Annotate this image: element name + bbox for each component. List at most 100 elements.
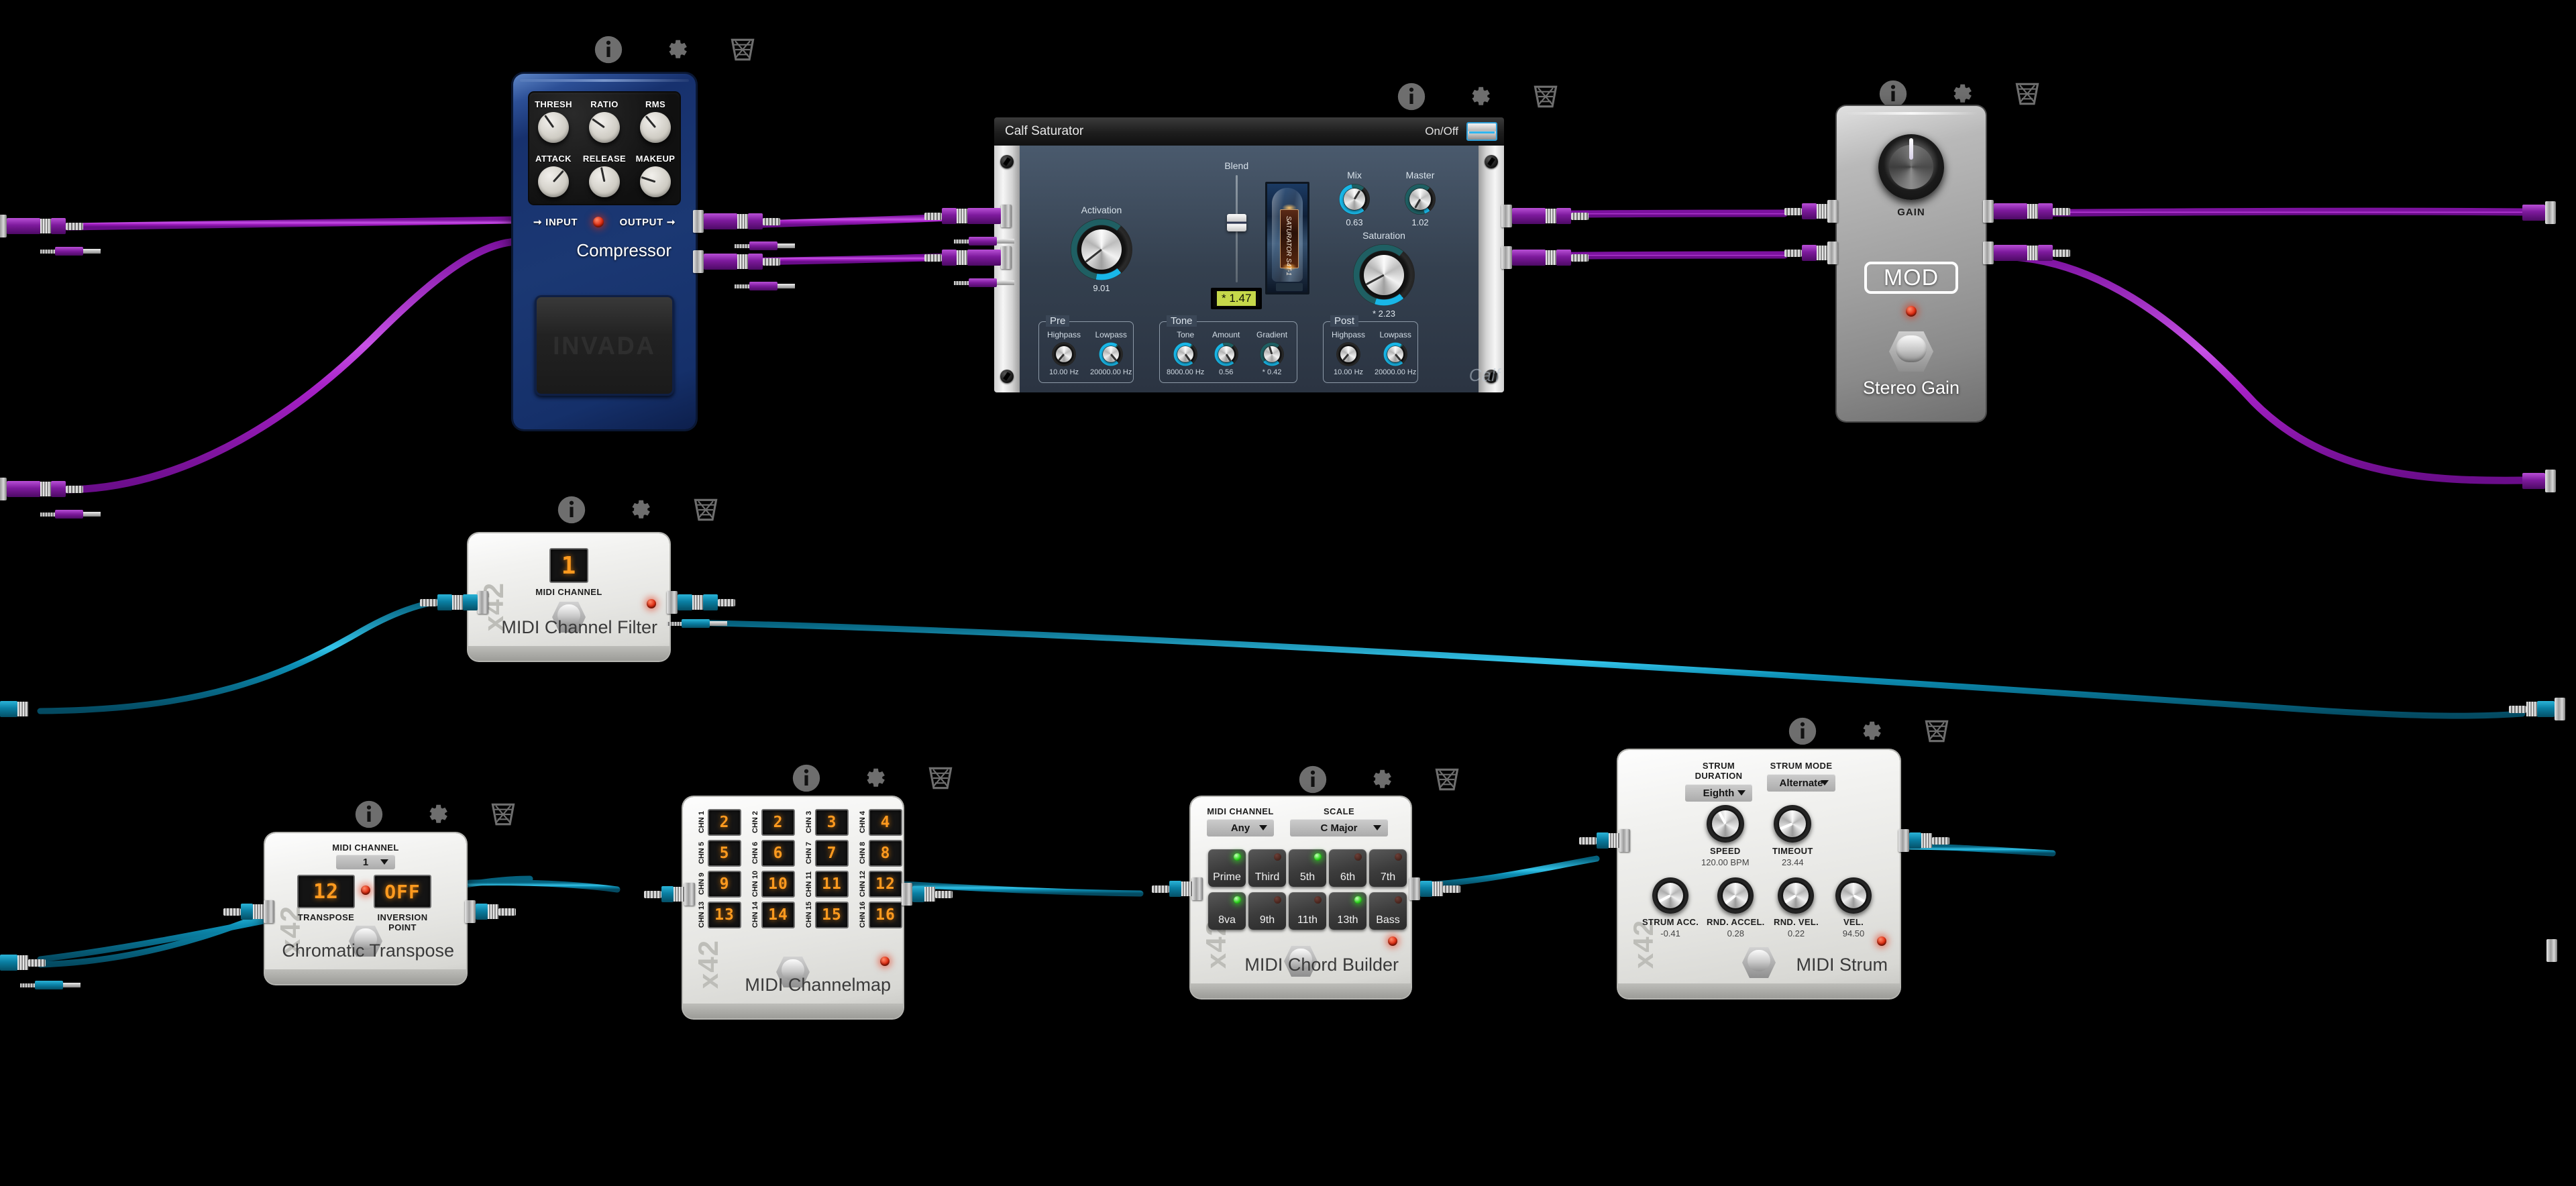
channel-display[interactable]: 16 — [869, 902, 902, 928]
delete-trash-icon[interactable] — [1531, 82, 1560, 111]
channel-cell[interactable]: CHN 16 16 — [859, 902, 903, 928]
settings-gear-icon[interactable] — [421, 800, 451, 829]
knob-dial[interactable] — [589, 112, 620, 143]
knob-mix[interactable]: Mix 0.63 — [1339, 170, 1370, 227]
audio-input-jack-left-1[interactable] — [0, 215, 83, 237]
knob-tone-tone[interactable]: Tone 8000.00 Hz — [1167, 330, 1204, 376]
scale-select[interactable]: C Major — [1290, 819, 1388, 837]
compressor-pedal-body[interactable]: THRESH RATIO RMS ATTACK RELEASE MAKEUP ➞… — [513, 74, 696, 429]
knob-pre-highpass[interactable]: Highpass 10.00 Hz — [1047, 330, 1081, 376]
knob-saturation[interactable]: Saturation * 2.23 — [1353, 230, 1415, 319]
chord-button-third[interactable]: Third — [1248, 849, 1286, 887]
knob-dial[interactable] — [1652, 877, 1689, 914]
info-icon[interactable] — [594, 35, 623, 64]
settings-gear-icon[interactable] — [1945, 79, 1975, 109]
footswitch[interactable] — [1889, 331, 1933, 372]
knob-dial[interactable] — [1052, 342, 1077, 366]
chromatic-transpose-body[interactable]: x42 MIDI CHANNEL 1 12 OFF TRANSPOSE INVE… — [265, 833, 466, 984]
knob-dial[interactable] — [640, 112, 671, 143]
audio-jack-in-calf-2[interactable] — [924, 246, 1012, 269]
knob-attack[interactable]: ATTACK — [535, 154, 572, 197]
channel-cell[interactable]: CHN 8 8 — [859, 840, 903, 867]
knob-release[interactable]: RELEASE — [583, 154, 626, 197]
knob-vel[interactable]: VEL. 94.50 — [1835, 877, 1872, 938]
knob-dial[interactable] — [1353, 244, 1415, 306]
midi-jack-in-strum[interactable] — [1579, 829, 1630, 852]
knob-dial[interactable] — [640, 166, 671, 197]
device-compressor[interactable]: THRESH RATIO RMS ATTACK RELEASE MAKEUP ➞… — [513, 74, 795, 429]
midi-channel-select[interactable]: 1 — [336, 855, 395, 869]
knob-dial[interactable] — [1173, 342, 1198, 366]
strum-duration-select[interactable]: Eighth — [1685, 784, 1752, 802]
midi-jack-in-cb[interactable] — [1152, 877, 1203, 900]
calf-titlebar[interactable]: Calf Saturator On/Off — [994, 117, 1504, 146]
delete-trash-icon[interactable] — [691, 495, 720, 525]
channel-display[interactable]: 9 — [708, 871, 741, 898]
audio-output-jack-right-2[interactable] — [2522, 470, 2556, 492]
midi-jack-out-ct[interactable] — [465, 900, 516, 923]
channel-cell[interactable]: CHN 2 2 — [751, 809, 800, 836]
chord-button-9th[interactable]: 9th — [1248, 892, 1286, 930]
knob-dial[interactable] — [1071, 219, 1132, 280]
channel-display[interactable]: 10 — [761, 871, 795, 898]
info-icon[interactable] — [557, 495, 586, 525]
patchbay-canvas[interactable]: THRESH RATIO RMS ATTACK RELEASE MAKEUP ➞… — [0, 0, 2576, 1186]
midi-input-jack-left-2[interactable] — [0, 951, 46, 974]
info-icon[interactable] — [354, 800, 384, 829]
knob-tone-amount[interactable]: Amount 0.56 — [1212, 330, 1240, 376]
knob-rnd-vel[interactable]: RND. VEL. 0.22 — [1774, 877, 1819, 938]
calf-toolbar[interactable] — [1397, 82, 1560, 111]
settings-gear-icon[interactable] — [1855, 716, 1884, 746]
knob-tone-gradient[interactable]: Gradient * 0.42 — [1256, 330, 1287, 376]
channel-cell[interactable]: CHN 7 7 — [805, 840, 853, 867]
audio-plug-loose-4[interactable] — [40, 510, 101, 519]
knob-strum-acc[interactable]: STRUM ACC. -0.41 — [1642, 877, 1699, 938]
knob-dial[interactable] — [1099, 342, 1124, 366]
channel-cell[interactable]: CHN 15 15 — [805, 902, 853, 928]
knob-pre-lowpass[interactable]: Lowpass 20000.00 Hz — [1090, 330, 1132, 376]
midi-channel-filter-body[interactable]: x42 1 MIDI CHANNEL MIDI Channel Filter — [468, 533, 669, 661]
device-midi-chord-builder[interactable]: x42 MIDI CHANNEL Any SCALE C Major Prime — [1152, 797, 1460, 998]
midi-strum-body[interactable]: x42 STRUM DURATION Eighth STRUM MODE Alt… — [1618, 750, 1900, 998]
device-chromatic-transpose[interactable]: x42 MIDI CHANNEL 1 12 OFF TRANSPOSE INVE… — [223, 833, 516, 984]
delete-trash-icon[interactable] — [926, 763, 955, 793]
chord-button-13th[interactable]: 13th — [1329, 892, 1366, 930]
knob-dial[interactable] — [1260, 342, 1285, 366]
knob-rnd-accel[interactable]: RND. ACCEL. 0.28 — [1707, 877, 1765, 938]
knob-dial[interactable] — [1336, 342, 1361, 366]
audio-jack-out-calf-2[interactable] — [1501, 246, 1589, 269]
delete-trash-icon[interactable] — [728, 35, 757, 64]
audio-jack-out-sg-2[interactable] — [1983, 241, 2070, 264]
midi-input-jack-left-1[interactable] — [0, 698, 28, 720]
settings-gear-icon[interactable] — [624, 495, 653, 525]
chord-button-11th[interactable]: 11th — [1289, 892, 1326, 930]
midi-output-jack-right-1[interactable] — [2509, 698, 2565, 720]
chord-button-prime[interactable]: Prime — [1208, 849, 1246, 887]
midi-chord-builder-toolbar[interactable] — [1298, 765, 1462, 794]
midi-jack-out-mcf[interactable] — [667, 591, 735, 614]
midi-chord-builder-body[interactable]: x42 MIDI CHANNEL Any SCALE C Major Prime — [1191, 797, 1411, 998]
audio-plug-loose-2[interactable] — [735, 282, 795, 290]
knob-makeup[interactable]: MAKEUP — [636, 154, 675, 197]
midi-jack-out-cm[interactable] — [902, 883, 953, 906]
info-icon[interactable] — [1298, 765, 1328, 794]
knob-dial[interactable] — [1717, 877, 1754, 914]
knob-dial[interactable] — [1405, 184, 1436, 215]
channel-display[interactable]: 2 — [761, 809, 795, 836]
footswitch[interactable] — [1742, 947, 1776, 978]
knob-dial[interactable] — [589, 166, 620, 197]
info-icon[interactable] — [1788, 716, 1817, 746]
channel-display[interactable]: 14 — [761, 902, 795, 928]
info-icon[interactable] — [1878, 79, 1908, 109]
audio-jack-out-1[interactable] — [693, 210, 780, 233]
channel-cell[interactable]: CHN 9 9 — [698, 871, 746, 898]
audio-jack-in-calf-1[interactable] — [924, 205, 1012, 227]
knob-dial[interactable] — [1383, 342, 1408, 366]
channel-cell[interactable]: CHN 10 10 — [751, 871, 800, 898]
settings-gear-icon[interactable] — [1464, 82, 1493, 111]
midi-strum-toolbar[interactable] — [1788, 716, 1951, 746]
knob-ratio[interactable]: RATIO — [586, 99, 623, 143]
stereo-gain-toolbar[interactable] — [1878, 79, 2042, 109]
channel-cell[interactable]: CHN 12 12 — [859, 871, 903, 898]
midi-output-jack-right-2[interactable] — [2546, 939, 2557, 962]
